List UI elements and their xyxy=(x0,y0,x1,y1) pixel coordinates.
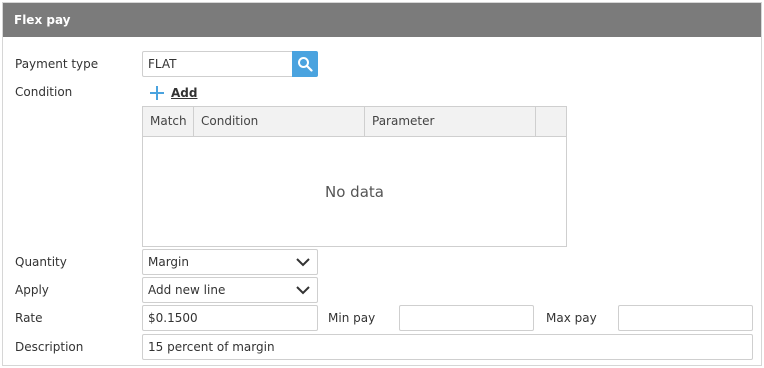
column-header-parameter[interactable]: Parameter xyxy=(365,107,536,136)
min-pay-input[interactable] xyxy=(399,305,534,331)
rate-input[interactable]: $0.1500 xyxy=(142,305,318,331)
apply-label: Apply xyxy=(15,283,49,297)
payment-type-input[interactable]: FLAT xyxy=(142,51,293,77)
search-icon xyxy=(298,57,313,72)
payment-type-label: Payment type xyxy=(15,57,99,71)
panel-title: Flex pay xyxy=(3,3,761,37)
no-data-message: No data xyxy=(325,183,384,201)
max-pay-input[interactable] xyxy=(618,305,753,331)
plus-icon xyxy=(150,86,164,100)
description-input[interactable]: 15 percent of margin xyxy=(142,334,753,360)
description-label: Description xyxy=(15,340,84,354)
chevron-down-icon xyxy=(296,258,310,267)
add-condition-label: Add xyxy=(171,86,198,100)
min-pay-label: Min pay xyxy=(328,311,376,325)
condition-label: Condition xyxy=(15,85,73,99)
apply-select[interactable]: Add new line xyxy=(142,277,318,303)
add-condition-button[interactable]: Add xyxy=(149,83,197,103)
quantity-value: Margin xyxy=(148,255,189,269)
max-pay-label: Max pay xyxy=(546,311,597,325)
column-header-actions xyxy=(536,107,566,136)
condition-grid-header: Match Condition Parameter xyxy=(143,107,566,137)
apply-value: Add new line xyxy=(148,283,226,297)
rate-label: Rate xyxy=(15,311,43,325)
quantity-select[interactable]: Margin xyxy=(142,249,318,275)
chevron-down-icon xyxy=(296,286,310,295)
quantity-label: Quantity xyxy=(15,255,67,269)
column-header-condition[interactable]: Condition xyxy=(194,107,365,136)
payment-type-search-button[interactable] xyxy=(292,51,318,77)
condition-grid: Match Condition Parameter No data xyxy=(142,106,567,247)
flex-pay-panel: Flex pay Payment type FLAT Condition Add… xyxy=(2,2,762,366)
column-header-match[interactable]: Match xyxy=(143,107,194,136)
